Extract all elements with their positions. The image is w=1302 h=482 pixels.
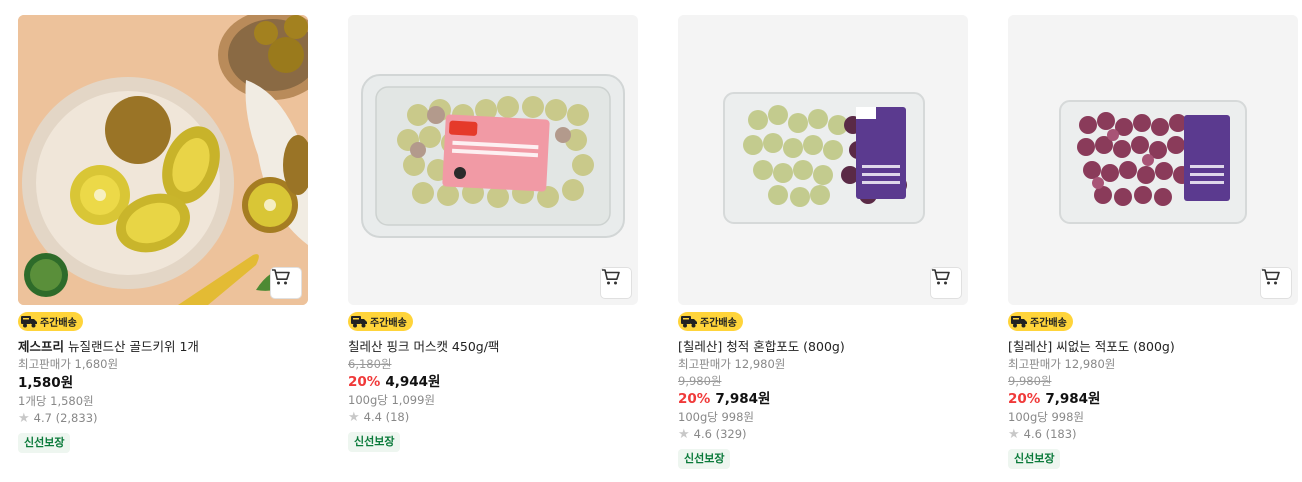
rating-value: 4.4 (18): [363, 410, 410, 424]
rating-value: 4.6 (329): [693, 427, 747, 441]
product-card[interactable]: 주간배송 제스프리 뉴질랜드산 골드키위 1개 최고판매가 1,680원 1,5…: [18, 15, 308, 453]
freshness-guarantee-tag: 신선보장: [1008, 449, 1061, 469]
freshness-guarantee-tag: 신선보장: [678, 449, 731, 469]
best-price-label: 최고판매가 12,980원: [678, 357, 786, 371]
badge-label: 주간배송: [40, 318, 77, 329]
price-value: 7,984원: [715, 391, 771, 407]
price-value: 4,944원: [385, 374, 441, 390]
truck-icon: [21, 316, 37, 328]
product-title[interactable]: [칠레산] 씨없는 적포도 (800g): [1008, 338, 1298, 356]
product-title[interactable]: [칠레산] 청적 혼합포도 (800g): [678, 338, 968, 356]
badge-label: 주간배송: [700, 318, 737, 329]
product-card[interactable]: 주간배송 [칠레산] 씨없는 적포도 (800g) 최고판매가 12,980원 …: [1008, 15, 1298, 469]
price-value: 1,580원: [18, 375, 74, 391]
star-icon: ★: [348, 410, 360, 425]
cart-icon: [932, 269, 950, 285]
original-price: 6,180원: [348, 357, 392, 371]
truck-icon: [681, 316, 697, 328]
badge-label: 주간배송: [370, 318, 407, 329]
best-price-label: 최고판매가 12,980원: [1008, 357, 1116, 371]
product-title[interactable]: 제스프리 뉴질랜드산 골드키위 1개: [18, 338, 308, 356]
weekly-delivery-badge: 주간배송: [18, 312, 83, 331]
product-image[interactable]: [678, 15, 968, 305]
discount-rate: 20%: [678, 391, 711, 407]
product-name: 칠레산 핑크 머스캣 450g/팩: [348, 339, 500, 354]
unit-price: 100g당 998원: [1008, 410, 1085, 424]
unit-price: 100g당 1,099원: [348, 393, 435, 407]
rating: ★ 4.7 (2,833): [18, 410, 308, 427]
cart-icon: [602, 269, 620, 285]
discount-rate: 20%: [1008, 391, 1041, 407]
original-price: 9,980원: [1008, 374, 1052, 388]
rating-value: 4.6 (183): [1023, 427, 1077, 441]
product-image[interactable]: [18, 15, 308, 305]
star-icon: ★: [678, 427, 690, 442]
rating: ★ 4.4 (18): [348, 409, 638, 426]
unit-price: 100g당 998원: [678, 410, 755, 424]
sale-price: 20% 4,944원: [348, 372, 638, 392]
best-price-label: 최고판매가 1,680원: [18, 357, 119, 371]
sale-price: 1,580원: [18, 373, 308, 393]
product-title[interactable]: 칠레산 핑크 머스캣 450g/팩: [348, 338, 638, 356]
truck-icon: [1011, 316, 1027, 328]
add-to-cart-button[interactable]: [270, 267, 302, 299]
product-image[interactable]: [348, 15, 638, 305]
add-to-cart-button[interactable]: [930, 267, 962, 299]
add-to-cart-button[interactable]: [600, 267, 632, 299]
discount-rate: 20%: [348, 374, 381, 390]
cart-icon: [1262, 269, 1280, 285]
star-icon: ★: [18, 411, 30, 426]
sale-price: 20% 7,984원: [678, 389, 968, 409]
sale-price: 20% 7,984원: [1008, 389, 1298, 409]
product-name: [칠레산] 씨없는 적포도 (800g): [1008, 339, 1175, 354]
freshness-guarantee-tag: 신선보장: [348, 432, 401, 452]
product-image[interactable]: [1008, 15, 1298, 305]
rating: ★ 4.6 (329): [678, 426, 968, 443]
product-card[interactable]: 주간배송 칠레산 핑크 머스캣 450g/팩 6,180원 20% 4,944원 …: [348, 15, 638, 452]
product-name: [칠레산] 청적 혼합포도 (800g): [678, 339, 845, 354]
weekly-delivery-badge: 주간배송: [348, 312, 413, 331]
product-card[interactable]: 주간배송 [칠레산] 청적 혼합포도 (800g) 최고판매가 12,980원 …: [678, 15, 968, 469]
cart-icon: [272, 269, 290, 285]
freshness-guarantee-tag: 신선보장: [18, 433, 71, 453]
truck-icon: [351, 316, 367, 328]
unit-price: 1개당 1,580원: [18, 394, 94, 408]
add-to-cart-button[interactable]: [1260, 267, 1292, 299]
badge-label: 주간배송: [1030, 318, 1067, 329]
original-price: 9,980원: [678, 374, 722, 388]
weekly-delivery-badge: 주간배송: [678, 312, 743, 331]
star-icon: ★: [1008, 427, 1020, 442]
rating-value: 4.7 (2,833): [33, 411, 98, 425]
price-value: 7,984원: [1045, 391, 1101, 407]
product-name: 뉴질랜드산 골드키위 1개: [68, 339, 199, 354]
weekly-delivery-badge: 주간배송: [1008, 312, 1073, 331]
rating: ★ 4.6 (183): [1008, 426, 1298, 443]
product-brand: 제스프리: [18, 339, 65, 354]
